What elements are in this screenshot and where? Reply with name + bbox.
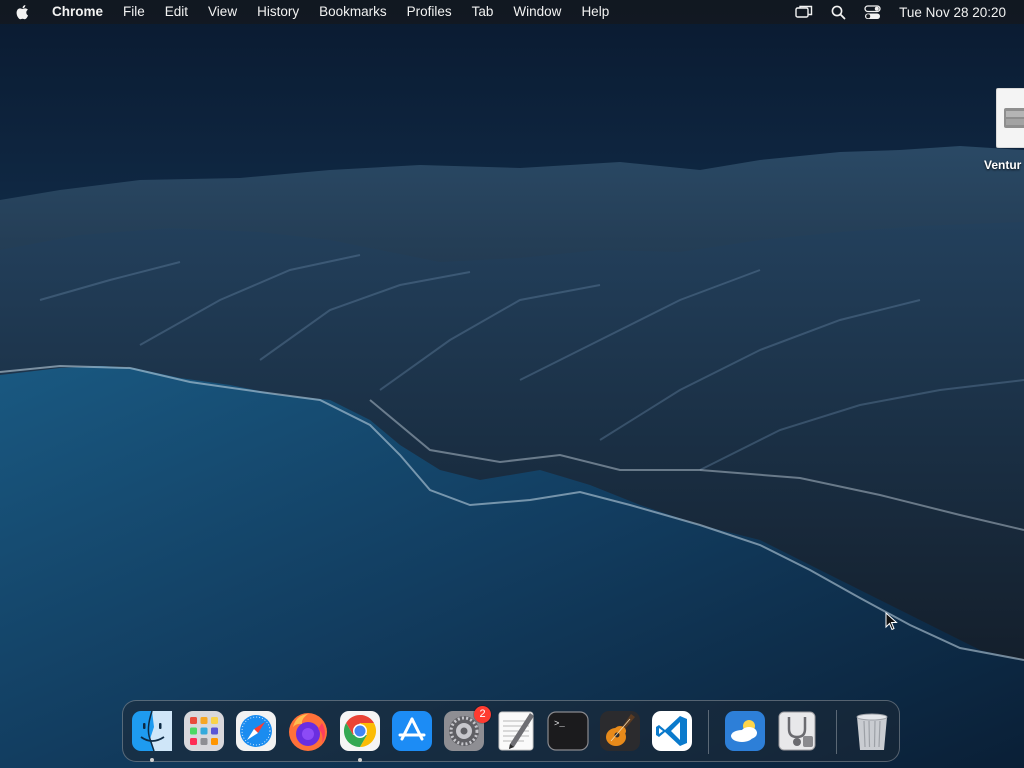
mouse-cursor-icon <box>885 612 898 631</box>
menu-history[interactable]: History <box>247 0 309 24</box>
dock-item-terminal[interactable]: >_ <box>546 709 590 753</box>
chrome-running-indicator <box>358 758 362 762</box>
dock-item-finder[interactable] <box>130 709 174 753</box>
dock-item-vscode[interactable] <box>650 709 694 753</box>
garageband-icon <box>600 711 640 751</box>
desktop-volume-label: Ventur <box>984 158 1022 172</box>
dock-item-safari[interactable] <box>234 709 278 753</box>
launchpad-icon <box>184 711 224 751</box>
menu-edit[interactable]: Edit <box>155 0 198 24</box>
menu-bookmarks[interactable]: Bookmarks <box>309 0 397 24</box>
dock-item-system-settings[interactable]: 2 <box>442 706 491 753</box>
finder-running-indicator <box>150 758 154 762</box>
apple-logo-icon[interactable] <box>0 0 44 24</box>
firefox-icon <box>289 713 327 751</box>
system-settings-badge: 2 <box>474 706 491 723</box>
menu-bar-clock[interactable]: Tue Nov 28 20:20 <box>889 5 1024 20</box>
screen-mirroring-icon[interactable] <box>787 0 821 24</box>
safari-icon <box>236 711 276 751</box>
dock-separator <box>708 710 709 754</box>
dock-item-app-store[interactable] <box>390 709 434 753</box>
dock: 2 >_ <box>122 700 900 762</box>
menu-profiles[interactable]: Profiles <box>397 0 462 24</box>
weather-icon <box>725 711 765 751</box>
menu-tab[interactable]: Tab <box>462 0 504 24</box>
menu-bar: Chrome File Edit View History Bookmarks … <box>0 0 1024 24</box>
dock-item-disk-utility[interactable] <box>775 709 819 753</box>
menu-help[interactable]: Help <box>571 0 619 24</box>
desktop-volume-item[interactable]: Ventur <box>978 86 1024 186</box>
app-store-icon <box>392 711 432 751</box>
finder-icon <box>132 710 172 752</box>
dock-item-textedit[interactable] <box>494 709 538 753</box>
terminal-icon: >_ <box>547 711 589 751</box>
menu-view[interactable]: View <box>198 0 247 24</box>
chrome-icon <box>340 711 380 751</box>
menu-app-name[interactable]: Chrome <box>44 0 113 24</box>
control-center-icon[interactable] <box>855 0 889 24</box>
disk-utility-icon <box>778 711 816 751</box>
terminal-prompt: >_ <box>554 719 565 729</box>
dock-item-firefox[interactable] <box>286 709 330 753</box>
dock-item-garageband[interactable] <box>598 709 642 753</box>
textedit-icon <box>498 711 534 751</box>
desktop-wallpaper <box>0 0 1024 768</box>
dock-item-weather[interactable] <box>723 709 767 753</box>
dock-item-trash[interactable] <box>850 709 894 753</box>
dock-item-chrome[interactable] <box>338 709 382 753</box>
menu-file[interactable]: File <box>113 0 155 24</box>
vscode-icon <box>652 711 692 751</box>
search-icon[interactable] <box>821 0 855 24</box>
trash-icon <box>856 713 888 750</box>
menu-bar-right: Tue Nov 28 20:20 <box>787 0 1024 24</box>
menu-bar-left: Chrome File Edit View History Bookmarks … <box>0 0 619 24</box>
hard-drive-icon <box>996 88 1024 148</box>
dock-separator-trash <box>836 710 837 754</box>
menu-window[interactable]: Window <box>503 0 571 24</box>
dock-item-launchpad[interactable] <box>182 709 226 753</box>
